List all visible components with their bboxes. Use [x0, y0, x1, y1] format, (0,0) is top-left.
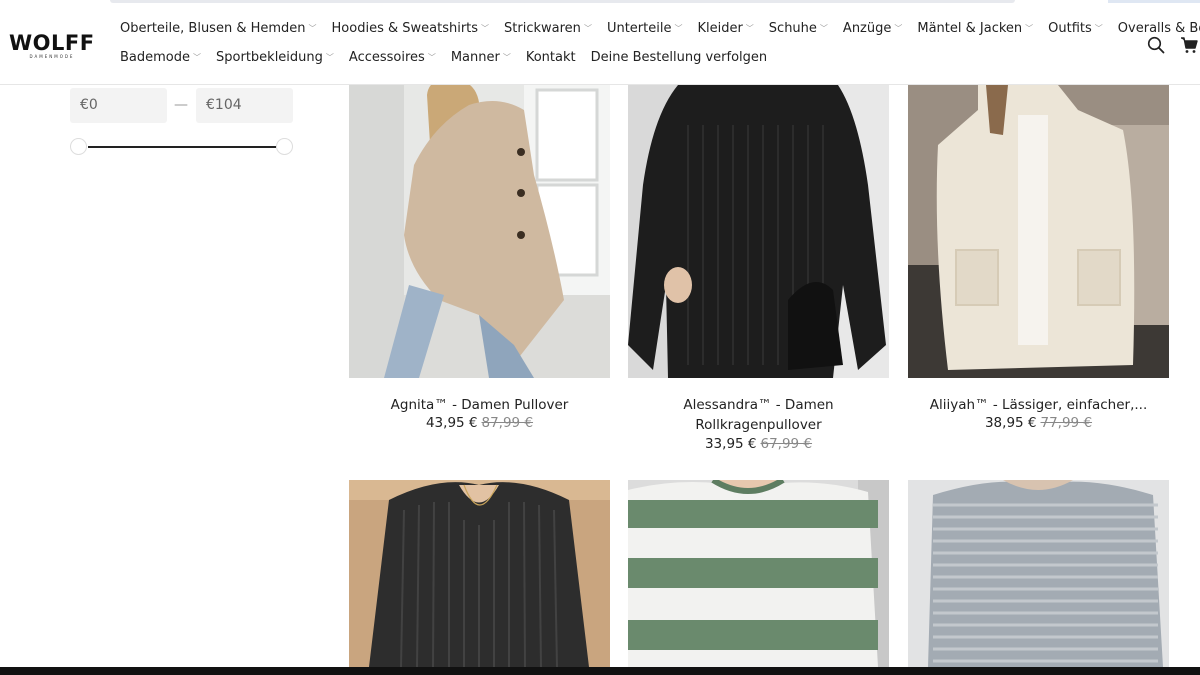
chevron-down-icon: ﹀: [193, 53, 202, 62]
nav-item-label: Unterteile: [606, 21, 672, 36]
chevron-down-icon: ﹀: [427, 53, 436, 62]
sale-price: 43,95 €: [425, 415, 478, 431]
nav-item-label: Manner: [450, 50, 500, 65]
nav-item-label: Deine Bestellung verfolgen: [590, 50, 768, 65]
nav-item-anzuege[interactable]: Anzüge ﹀: [843, 21, 902, 36]
site-header: WOLFF DAMENMODE Oberteile, Blusen & Hemd…: [0, 0, 1200, 85]
nav-row-2: Bademode ﹀ Sportbekleidung ﹀ Accessoires ﹀ …: [120, 43, 1130, 72]
sale-price: 38,95 €: [984, 415, 1037, 431]
main-navigation: Oberteile, Blusen & Hemden ﹀ Hoodies & Sw…: [120, 14, 1200, 72]
nav-item-overalls[interactable]: Overalls & Bodys﹀: [1118, 21, 1200, 36]
nav-item-label: Accessoires: [348, 50, 425, 65]
nav-item-kontakt[interactable]: Kontakt: [526, 50, 576, 65]
product-image[interactable]: [349, 480, 610, 667]
chevron-down-icon: ﹀: [502, 53, 511, 62]
top-scroll-strip: [110, 0, 1015, 3]
nav-item-oberteile[interactable]: Oberteile, Blusen & Hemden ﹀: [120, 21, 317, 36]
original-price: 87,99 €: [481, 415, 534, 431]
search-icon[interactable]: [1147, 36, 1167, 56]
nav-item-outfits[interactable]: Outfits ﹀: [1048, 21, 1103, 36]
nav-item-label: Hoodies & Sweatshirts: [331, 21, 479, 36]
price-separator: —: [174, 97, 188, 113]
product-image[interactable]: [908, 85, 1169, 378]
brand-logo[interactable]: WOLFF DAMENMODE: [9, 32, 99, 59]
sale-price: 33,95 €: [704, 436, 757, 452]
chevron-down-icon: ﹀: [583, 24, 592, 33]
chevron-down-icon: ﹀: [745, 24, 754, 33]
nav-item-bademode[interactable]: Bademode ﹀: [120, 50, 201, 65]
chevron-down-icon: ﹀: [481, 24, 490, 33]
nav-item-label: Strickwaren: [504, 21, 581, 36]
chevron-down-icon: ﹀: [308, 24, 317, 33]
cart-icon[interactable]: [1180, 36, 1200, 56]
price-slider-min-handle[interactable]: [70, 138, 87, 155]
nav-item-hoodies[interactable]: Hoodies & Sweatshirts ﹀: [332, 21, 490, 36]
nav-item-unterteile[interactable]: Unterteile ﹀: [607, 21, 683, 36]
product-price: 33,95 €67,99 €: [628, 434, 889, 454]
bottom-taskbar: [0, 667, 1200, 675]
original-price: 67,99 €: [760, 436, 813, 452]
brand-name: WOLFF: [9, 31, 95, 55]
nav-item-maentel[interactable]: Mäntel & Jacken ﹀: [917, 21, 1033, 36]
top-strip-right: [1108, 0, 1200, 3]
nav-item-kleider[interactable]: Kleider ﹀: [697, 21, 753, 36]
product-image[interactable]: [908, 480, 1169, 667]
nav-item-label: Kontakt: [525, 50, 576, 65]
product-image[interactable]: [349, 85, 610, 378]
chevron-down-icon: ﹀: [1025, 24, 1034, 33]
chevron-down-icon: ﹀: [894, 24, 903, 33]
price-slider-track[interactable]: [88, 146, 276, 148]
price-slider-max-handle[interactable]: [276, 138, 293, 155]
nav-item-label: Sportbekleidung: [216, 50, 323, 65]
nav-item-strickwaren[interactable]: Strickwaren ﹀: [504, 21, 592, 36]
nav-item-label: Oberteile, Blusen & Hemden: [120, 21, 306, 36]
product-price: 38,95 €77,99 €: [908, 413, 1169, 433]
nav-item-label: Mäntel & Jacken: [917, 21, 1023, 36]
nav-row-1: Oberteile, Blusen & Hemden ﹀ Hoodies & Sw…: [120, 14, 1200, 43]
nav-item-label: Schuhe: [768, 21, 817, 36]
nav-item-label: Anzüge: [842, 21, 892, 36]
chevron-down-icon: ﹀: [1094, 24, 1103, 33]
nav-item-schuhe[interactable]: Schuhe ﹀: [769, 21, 828, 36]
nav-item-label: Overalls & Bodys: [1117, 21, 1200, 36]
product-price: 43,95 €87,99 €: [349, 413, 610, 433]
original-price: 77,99 €: [1040, 415, 1093, 431]
product-image[interactable]: [628, 85, 889, 378]
price-min-input[interactable]: €0: [70, 88, 167, 123]
nav-item-order-tracking[interactable]: Deine Bestellung verfolgen: [591, 50, 768, 65]
nav-item-label: Bademode: [120, 50, 191, 65]
product-title-line-2: Rollkragenpullover: [695, 417, 822, 433]
product-title[interactable]: Alessandra™ - Damen Rollkragenpullover: [628, 395, 889, 435]
product-title[interactable]: Agnita™ - Damen Pullover: [349, 395, 610, 415]
nav-item-sportbekleidung[interactable]: Sportbekleidung ﹀: [216, 50, 334, 65]
product-title-line-1: Alessandra™ - Damen: [683, 397, 834, 413]
chevron-down-icon: ﹀: [325, 53, 334, 62]
nav-item-manner[interactable]: Manner ﹀: [451, 50, 511, 65]
chevron-down-icon: ﹀: [674, 24, 683, 33]
nav-item-label: Outfits: [1048, 21, 1092, 36]
nav-item-label: Kleider: [697, 21, 743, 36]
chevron-down-icon: ﹀: [819, 24, 828, 33]
product-title[interactable]: Aliiyah™ - Lässiger, einfacher,...: [908, 395, 1169, 415]
product-image[interactable]: [628, 480, 889, 667]
price-max-input[interactable]: €104: [196, 88, 293, 123]
nav-item-accessoires[interactable]: Accessoires ﹀: [349, 50, 436, 65]
